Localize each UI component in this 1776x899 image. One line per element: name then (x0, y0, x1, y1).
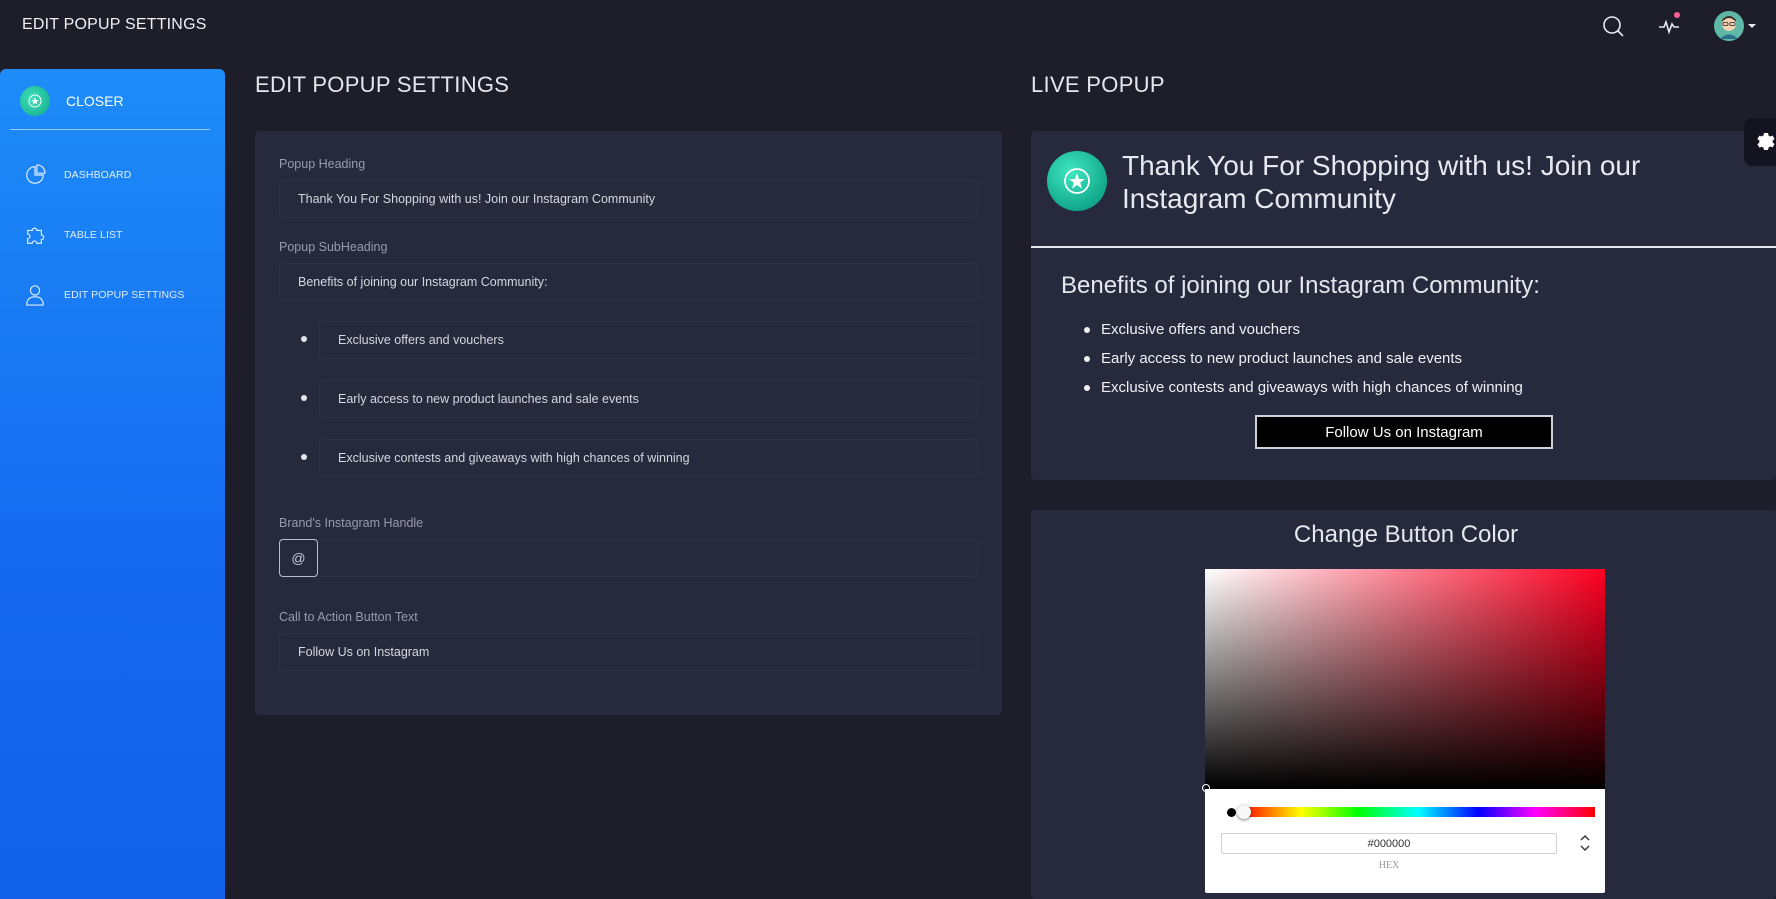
handle-input[interactable] (279, 539, 978, 577)
benefit-input-3[interactable]: Exclusive contests and giveaways with hi… (319, 439, 978, 477)
sidebar: CLOSER DASHBOARD TABLE LIST EDIT POPUP S… (0, 69, 225, 899)
benefit-input-1[interactable]: Exclusive offers and vouchers (319, 321, 978, 359)
color-picker: #000000 HEX (1202, 569, 1605, 893)
avatar (1713, 11, 1744, 41)
hex-mode-label: HEX (1378, 860, 1400, 871)
color-picker-title: Change Button Color (1293, 521, 1519, 548)
settings-tab[interactable] (1744, 118, 1776, 166)
color-picker-card: Change Button Color #000000 HEX (1031, 510, 1776, 899)
sidebar-divider (10, 129, 210, 130)
heading-input[interactable]: Thank You For Shopping with us! Join our… (279, 180, 978, 218)
subheading-label: Popup SubHeading (279, 240, 388, 254)
sidebar-item-edit-popup-settings[interactable]: EDIT POPUP SETTINGS (24, 284, 185, 306)
search-icon (1603, 16, 1624, 37)
settings-card: Popup Heading Thank You For Shopping wit… (255, 131, 1002, 715)
cta-input[interactable]: Follow Us on Instagram (279, 633, 978, 671)
popup-subheading: Benefits of joining our Instagram Commun… (1061, 272, 1540, 299)
pie-chart-icon (24, 164, 46, 186)
list-item: Early access to new product launches and… (1084, 349, 1523, 378)
notification-dot (1674, 12, 1680, 18)
popup-benefits-list: Exclusive offers and vouchers Early acce… (1084, 320, 1523, 407)
popup-heading: Thank You For Shopping with us! Join our… (1122, 150, 1641, 214)
heading-label: Popup Heading (279, 157, 366, 171)
live-popup-title: LIVE POPUP (1031, 72, 1165, 97)
list-item: Exclusive contests and giveaways with hi… (1084, 378, 1523, 407)
sidebar-item-label: EDIT POPUP SETTINGS (64, 289, 185, 301)
user-icon (24, 284, 46, 306)
brand-logo[interactable]: CLOSER (20, 86, 124, 116)
hex-input[interactable]: #000000 (1221, 833, 1557, 854)
gear-icon (1757, 133, 1775, 150)
brand-name: CLOSER (66, 93, 124, 109)
sidebar-item-dashboard[interactable]: DASHBOARD (24, 164, 131, 186)
hue-slider[interactable] (1241, 807, 1595, 817)
sidebar-item-label: DASHBOARD (64, 169, 132, 181)
handle-label: Brand's Instagram Handle (279, 516, 424, 530)
editor-title: EDIT POPUP SETTINGS (255, 72, 510, 97)
saturation-cursor[interactable] (1202, 784, 1210, 792)
popup-logo-icon (1047, 151, 1107, 211)
cta-label: Call to Action Button Text (279, 610, 418, 624)
chevron-down-icon (1747, 24, 1756, 28)
bullet (301, 395, 307, 401)
saturation-field[interactable] (1205, 569, 1605, 789)
puzzle-icon (24, 224, 46, 246)
follow-instagram-button[interactable]: Follow Us on Instagram (1255, 415, 1553, 449)
sidebar-item-table-list[interactable]: TABLE LIST (24, 224, 123, 246)
current-color-swatch (1227, 808, 1236, 817)
activity-button[interactable] (1653, 10, 1685, 42)
toggle-format-icon[interactable] (1577, 829, 1593, 857)
benefit-input-2[interactable]: Early access to new product launches and… (319, 380, 978, 418)
user-menu-button[interactable] (1713, 10, 1757, 42)
logo-icon (20, 86, 50, 116)
top-navbar: EDIT POPUP SETTINGS (0, 0, 1776, 52)
bullet (301, 454, 307, 460)
page-title: EDIT POPUP SETTINGS (22, 16, 207, 33)
subheading-input[interactable]: Benefits of joining our Instagram Commun… (279, 263, 978, 301)
popup-divider (1031, 246, 1776, 248)
at-prefix: @ (279, 539, 318, 577)
bullet (301, 336, 307, 342)
sidebar-item-label: TABLE LIST (64, 229, 123, 241)
list-item: Exclusive offers and vouchers (1084, 320, 1523, 349)
live-popup-card: Thank You For Shopping with us! Join our… (1031, 131, 1776, 480)
search-button[interactable] (1597, 10, 1629, 42)
hue-slider-handle[interactable] (1237, 805, 1251, 819)
